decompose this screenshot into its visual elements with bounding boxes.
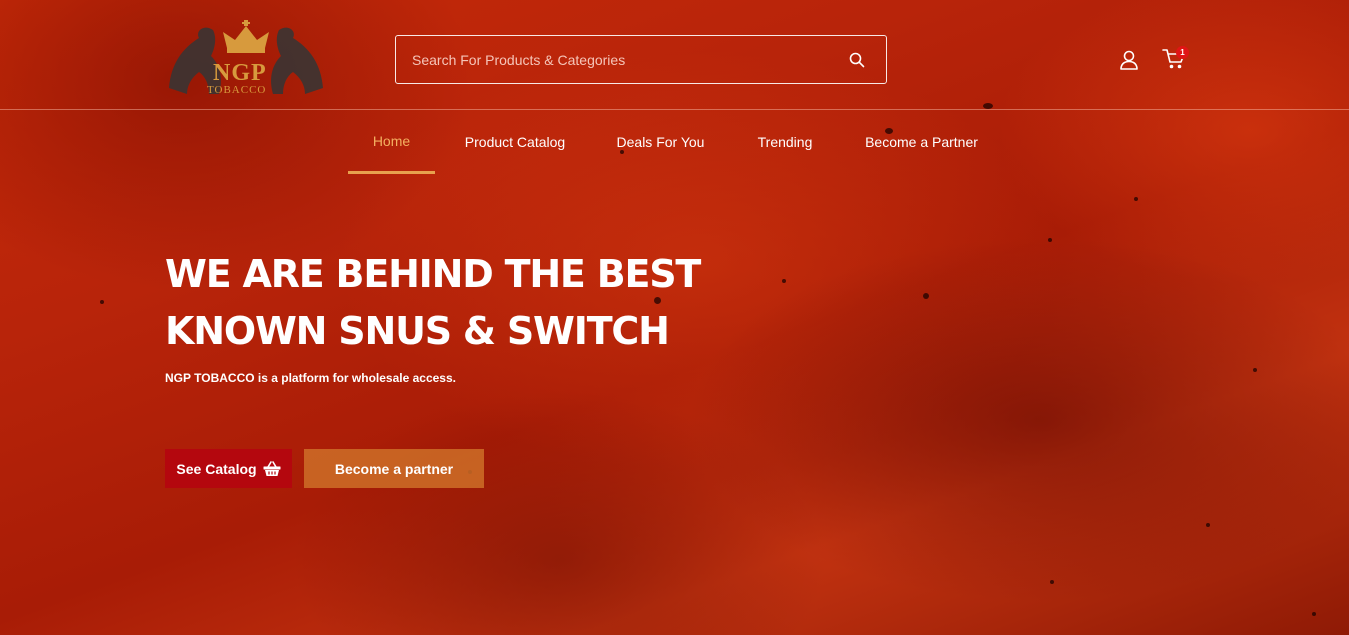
see-catalog-label: See Catalog [176, 460, 257, 477]
main-nav: Home Product Catalog Deals For You Trend… [0, 110, 1349, 174]
logo-name: NGP [213, 60, 267, 86]
search-bar [395, 35, 887, 84]
cart-count-badge: 1 [1176, 46, 1189, 59]
basket-icon [263, 460, 281, 476]
hero-title-line-1: WE ARE BEHIND THE BEST [165, 252, 701, 296]
ngp-tobacco-logo[interactable]: NGP TOBACCO [165, 18, 327, 100]
site-header: NGP TOBACCO 1 [0, 0, 1349, 110]
nav-become-a-partner[interactable]: Become a Partner [855, 110, 988, 174]
hero-title: WE ARE BEHIND THE BEST KNOWN SNUS & SWIT… [165, 246, 785, 360]
hero-title-line-2: KNOWN SNUS & SWITCH [165, 309, 670, 353]
become-a-partner-button[interactable]: Become a partner [304, 449, 484, 488]
search-icon [849, 52, 865, 67]
search-input[interactable] [396, 36, 828, 83]
user-icon[interactable] [1118, 49, 1140, 71]
nav-deals-for-you[interactable]: Deals For You [603, 110, 718, 174]
nav-home[interactable]: Home [348, 110, 435, 174]
see-catalog-button[interactable]: See Catalog [165, 449, 292, 488]
nav-trending[interactable]: Trending [745, 110, 825, 174]
nav-product-catalog[interactable]: Product Catalog [455, 110, 575, 174]
logo-subtitle: TOBACCO [207, 84, 267, 96]
hero-subtitle: NGP TOBACCO is a platform for wholesale … [165, 371, 456, 385]
search-button[interactable] [828, 36, 886, 83]
